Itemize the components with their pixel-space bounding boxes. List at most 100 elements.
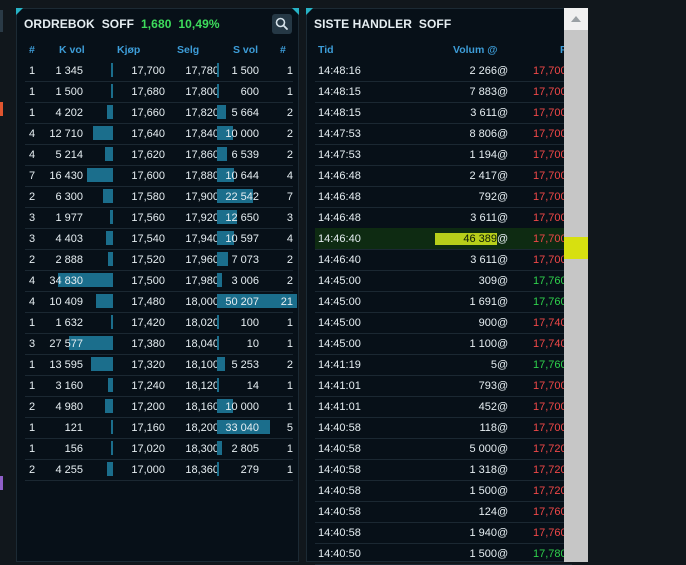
trade-row[interactable]: 14:40:58 1 500 @17,720: [315, 480, 572, 502]
col-sell-volume[interactable]: S vol: [233, 44, 258, 56]
col-buy-price[interactable]: Kjøp: [117, 44, 140, 56]
trade-row[interactable]: 14:40:58 124 @17,760: [315, 501, 572, 523]
orderbook-row[interactable]: 4 12 710 17,640 17,840 10 000 2: [25, 123, 293, 145]
trade-row[interactable]: 14:46:40 3 611 @17,700: [315, 249, 572, 271]
buy-price[interactable]: 17,000: [115, 464, 165, 476]
trade-row[interactable]: 14:48:15 3 611 @17,700: [315, 102, 572, 124]
scroll-up-button[interactable]: [564, 8, 588, 30]
search-button[interactable]: [272, 14, 292, 34]
sell-price[interactable]: 17,840: [169, 128, 219, 140]
orderbook-row[interactable]: 1 4 202 17,660 17,820 5 664 2: [25, 102, 293, 124]
sell-price[interactable]: 17,860: [169, 149, 219, 161]
trade-row[interactable]: 14:46:40 46 389 @17,700: [315, 228, 572, 250]
sell-price[interactable]: 18,360: [169, 464, 219, 476]
trade-row[interactable]: 14:41:01 452 @17,700: [315, 396, 572, 418]
sell-price[interactable]: 17,960: [169, 254, 219, 266]
trade-row[interactable]: 14:45:00 1 100 @17,740: [315, 333, 572, 355]
trade-row[interactable]: 14:41:19 5 @17,760: [315, 354, 572, 376]
orderbook-row[interactable]: 2 6 300 17,580 17,900 22 542 7: [25, 186, 293, 208]
buy-price[interactable]: 17,580: [115, 191, 165, 203]
buy-price[interactable]: 17,620: [115, 149, 165, 161]
sell-price[interactable]: 17,940: [169, 233, 219, 245]
trade-row[interactable]: 14:40:58 5 000 @17,720: [315, 438, 572, 460]
trade-time: 14:40:50: [318, 548, 361, 560]
trade-row[interactable]: 14:45:00 1 691 @17,760: [315, 291, 572, 313]
trade-time: 14:41:19: [318, 359, 361, 371]
trade-row[interactable]: 14:45:00 309 @17,760: [315, 270, 572, 292]
trade-row[interactable]: 14:41:01 793 @17,700: [315, 375, 572, 397]
trade-row[interactable]: 14:46:48 2 417 @17,700: [315, 165, 572, 187]
buy-price[interactable]: 17,680: [115, 86, 165, 98]
orderbook-row[interactable]: 4 34 830 17,500 17,980 3 006 2: [25, 270, 293, 292]
col-time[interactable]: Tid: [318, 44, 334, 56]
trade-row[interactable]: 14:48:15 7 883 @17,700: [315, 81, 572, 103]
sell-price[interactable]: 18,020: [169, 317, 219, 329]
buy-price[interactable]: 17,540: [115, 233, 165, 245]
buy-price[interactable]: 17,600: [115, 170, 165, 182]
orderbook-row[interactable]: 1 1 500 17,680 17,800 600 1: [25, 81, 293, 103]
buy-price[interactable]: 17,640: [115, 128, 165, 140]
orderbook-row[interactable]: 3 27 577 17,380 18,040 10 1: [25, 333, 293, 355]
buy-price[interactable]: 17,660: [115, 107, 165, 119]
trade-row[interactable]: 14:40:58 1 318 @17,720: [315, 459, 572, 481]
trade-row[interactable]: 14:40:58 118 @17,700: [315, 417, 572, 439]
orderbook-row[interactable]: 4 5 214 17,620 17,860 6 539 2: [25, 144, 293, 166]
orderbook-row[interactable]: 2 2 888 17,520 17,960 7 073 2: [25, 249, 293, 271]
sell-price[interactable]: 18,300: [169, 443, 219, 455]
col-sell-count[interactable]: #: [280, 44, 286, 56]
buy-price[interactable]: 17,380: [115, 338, 165, 350]
orderbook-row[interactable]: 1 13 595 17,320 18,100 5 253 2: [25, 354, 293, 376]
trade-row[interactable]: 14:46:48 792 @17,700: [315, 186, 572, 208]
buy-price[interactable]: 17,240: [115, 380, 165, 392]
buy-price[interactable]: 17,160: [115, 422, 165, 434]
sell-price[interactable]: 18,000: [169, 296, 219, 308]
col-volume[interactable]: Volum @: [453, 44, 497, 56]
buy-price[interactable]: 17,500: [115, 275, 165, 287]
sell-price[interactable]: 17,980: [169, 275, 219, 287]
orderbook-row[interactable]: 1 1 632 17,420 18,020 100 1: [25, 312, 293, 334]
buy-price[interactable]: 17,320: [115, 359, 165, 371]
sell-price[interactable]: 17,820: [169, 107, 219, 119]
trade-row[interactable]: 14:45:00 900 @17,740: [315, 312, 572, 334]
buy-price[interactable]: 17,480: [115, 296, 165, 308]
sell-price[interactable]: 17,800: [169, 86, 219, 98]
orderbook-row[interactable]: 3 4 403 17,540 17,940 10 597 4: [25, 228, 293, 250]
orderbook-row[interactable]: 7 16 430 17,600 17,880 10 644 4: [25, 165, 293, 187]
orderbook-row[interactable]: 2 4 255 17,000 18,360 279 1: [25, 459, 293, 481]
buy-price[interactable]: 17,700: [115, 65, 165, 77]
buy-price[interactable]: 17,200: [115, 401, 165, 413]
buy-price[interactable]: 17,520: [115, 254, 165, 266]
trade-row[interactable]: 14:40:58 1 940 @17,760: [315, 522, 572, 544]
sell-price[interactable]: 18,120: [169, 380, 219, 392]
sell-price[interactable]: 17,880: [169, 170, 219, 182]
col-buy-volume[interactable]: K vol: [59, 44, 85, 56]
orderbook-row[interactable]: 1 121 17,160 18,200 33 040 5: [25, 417, 293, 439]
col-sell-price[interactable]: Selg: [177, 44, 199, 56]
orderbook-row[interactable]: 1 156 17,020 18,300 2 805 1: [25, 438, 293, 460]
orderbook-row[interactable]: 3 1 977 17,560 17,920 12 650 3: [25, 207, 293, 229]
orderbook-row[interactable]: 4 10 409 17,480 18,000 50 207 21: [25, 291, 297, 313]
trade-row[interactable]: 14:48:16 2 266 @17,700: [315, 60, 572, 82]
trade-row[interactable]: 14:47:53 8 806 @17,700: [315, 123, 572, 145]
sell-price[interactable]: 18,040: [169, 338, 219, 350]
orderbook-row[interactable]: 2 4 980 17,200 18,160 10 000 1: [25, 396, 293, 418]
sell-price[interactable]: 17,920: [169, 212, 219, 224]
sell-price[interactable]: 17,900: [169, 191, 219, 203]
col-buy-count[interactable]: #: [29, 44, 35, 56]
buy-price[interactable]: 17,560: [115, 212, 165, 224]
sell-price[interactable]: 18,160: [169, 401, 219, 413]
trade-row[interactable]: 14:46:48 3 611 @17,700: [315, 207, 572, 229]
vertical-scrollbar[interactable]: [564, 8, 588, 562]
orderbook-row[interactable]: 1 1 345 17,700 17,780 1 500 1: [25, 60, 293, 82]
trade-price: 17,700: [533, 65, 567, 77]
sell-price[interactable]: 18,200: [169, 422, 219, 434]
trade-volume: 2 417: [469, 170, 497, 182]
buy-price[interactable]: 17,420: [115, 317, 165, 329]
sell-count: 2: [286, 107, 293, 119]
orderbook-row[interactable]: 1 3 160 17,240 18,120 14 1: [25, 375, 293, 397]
trade-row[interactable]: 14:47:53 1 194 @17,700: [315, 144, 572, 166]
orderbook-label: ORDREBOK: [24, 17, 95, 31]
sell-price[interactable]: 17,780: [169, 65, 219, 77]
sell-price[interactable]: 18,100: [169, 359, 219, 371]
buy-price[interactable]: 17,020: [115, 443, 165, 455]
